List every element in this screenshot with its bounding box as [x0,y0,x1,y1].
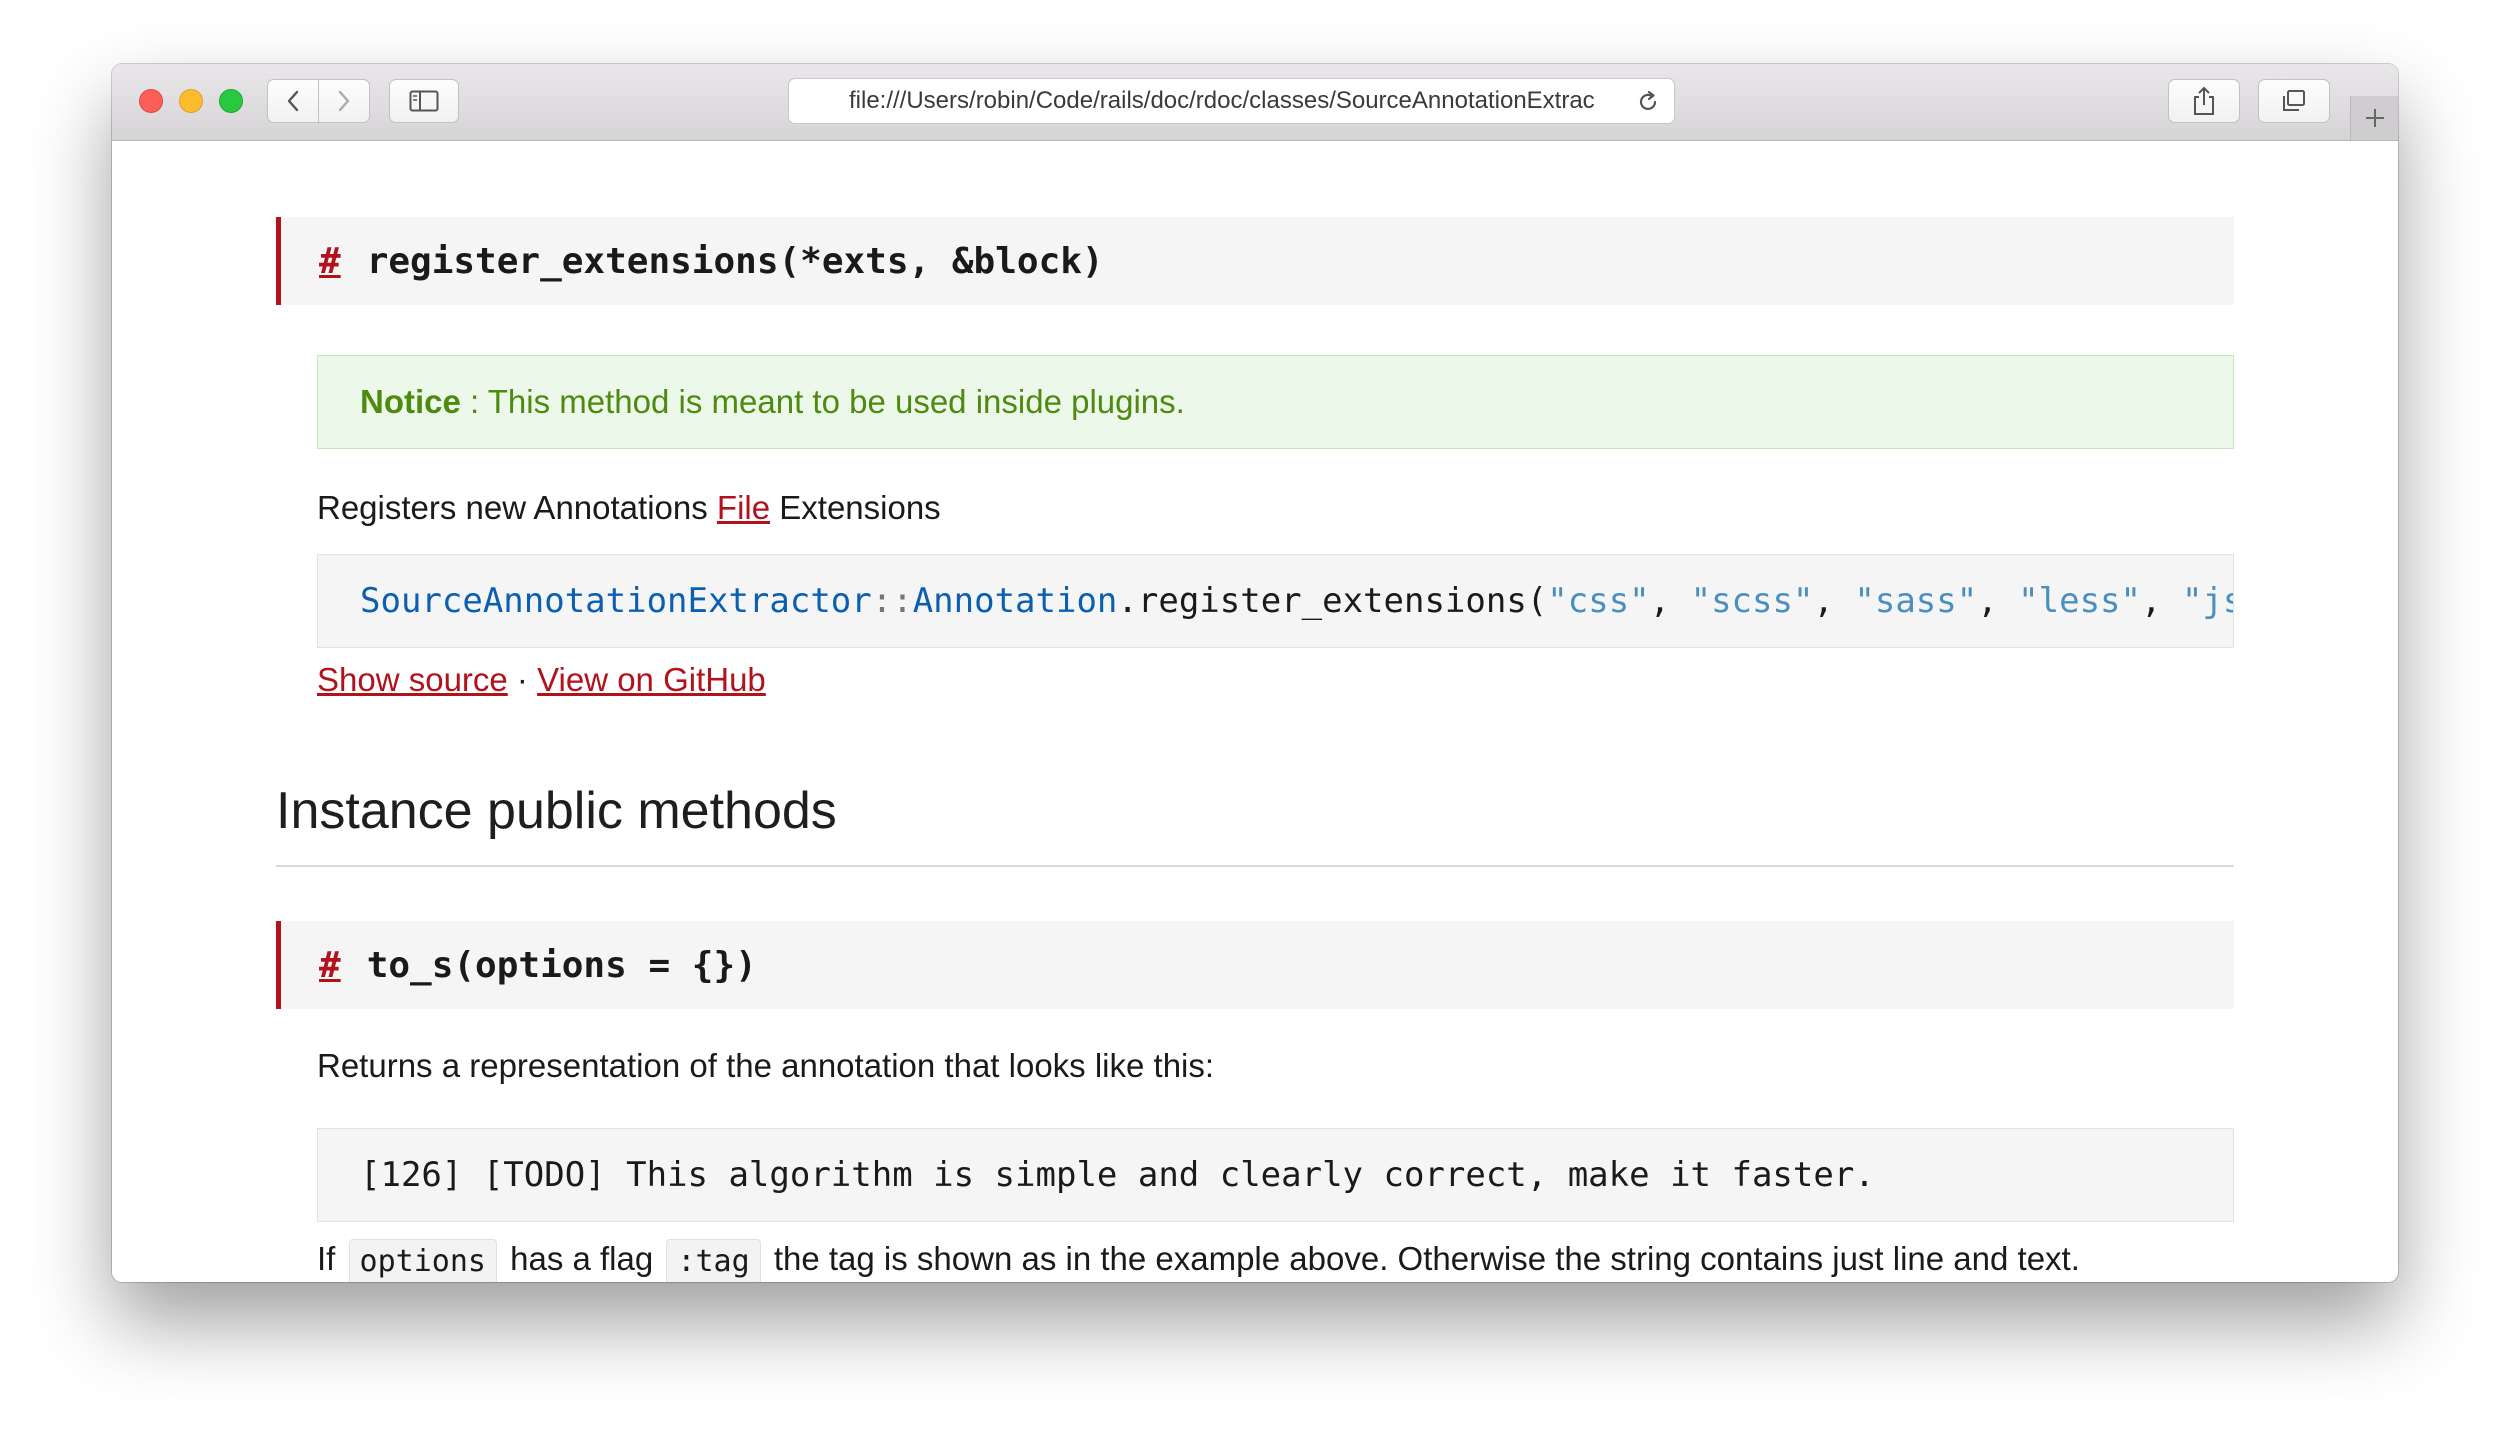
browser-toolbar: file:///Users/robin/Code/rails/doc/rdoc/… [112,64,2398,141]
forward-button[interactable] [318,79,370,123]
code-string: "css" [1547,581,1650,621]
notes-text: If [317,1240,345,1278]
minimize-window-button[interactable] [179,89,203,113]
file-link[interactable]: File [717,489,770,526]
method-description: Returns a representation of the annotati… [317,1047,1215,1084]
section-divider [276,865,2234,867]
method-anchor-link[interactable]: # [319,945,341,986]
back-button[interactable] [267,79,319,123]
browser-window: file:///Users/robin/Code/rails/doc/rdoc/… [112,64,2398,1282]
description-text-end: Extensions [770,489,941,526]
notice-box: Notice : This method is meant to be used… [317,355,2234,449]
sidebar-toggle-button[interactable] [389,79,459,123]
new-tab-button[interactable] [2350,96,2398,140]
code-string: "js [2181,581,2233,621]
method-header-to-s: # to_s(options = {}) [276,921,2234,1009]
method-notes: If options has a flag :tag the tag is sh… [317,1239,2080,1282]
section-title: Instance public methods [276,782,837,840]
zoom-window-button[interactable] [219,89,243,113]
inline-code-options: options [348,1239,497,1282]
share-button[interactable] [2168,79,2240,123]
share-icon [2194,86,2214,115]
method-header-register-extensions: # register_extensions(*exts, &block) [276,217,2234,305]
code-string: "less" [2018,581,2141,621]
code-comma: , [1813,581,1855,621]
address-bar[interactable]: file:///Users/robin/Code/rails/doc/rdoc/… [788,78,1675,124]
code-comma: , [2140,581,2182,621]
tabs-overview-icon [2283,90,2305,111]
method-anchor-link[interactable]: # [319,241,341,282]
view-on-github-link[interactable]: View on GitHub [537,661,766,698]
show-tabs-button[interactable] [2258,79,2330,123]
reload-icon[interactable] [1636,90,1660,114]
code-comma: , [1977,581,2019,621]
code-constant: Annotation [912,581,1118,621]
inline-code-tag: :tag [666,1239,761,1282]
method-signature: to_s(options = {}) [366,944,757,986]
chevron-left-icon [287,90,299,112]
source-links: Show source · View on GitHub [317,661,766,699]
show-source-link[interactable]: Show source [317,661,508,698]
notice-label: Notice [360,383,461,420]
description-text: Registers new Annotations [317,489,717,526]
notice-text: : This method is meant to be used inside… [460,383,1185,420]
url-text[interactable]: file:///Users/robin/Code/rails/doc/rdoc/… [849,79,1619,123]
code-example-block: SourceAnnotationExtractor:: Annotation .re… [317,554,2234,648]
code-string: "sass" [1854,581,1978,621]
code-comma: , [1649,581,1691,621]
notes-text: has a flag [500,1240,663,1278]
sidebar-icon [409,90,439,112]
plus-icon [2366,109,2384,127]
method-signature: register_extensions(*exts, &block) [366,240,1104,282]
code-example-text: [126] [TODO] This algorithm is simple an… [360,1155,1875,1195]
code-string: "scss" [1690,581,1814,621]
method-description: Registers new Annotations File Extension… [317,489,941,527]
code-example-block: [126] [TODO] This algorithm is simple an… [317,1128,2234,1222]
notes-text: the tag is shown as in the example above… [764,1240,2080,1278]
link-separator: · [507,661,538,698]
code-constant: SourceAnnotationExtractor [360,581,872,621]
close-window-button[interactable] [139,89,163,113]
page-content: # register_extensions(*exts, &block) Not… [112,141,2398,1282]
code-scope-operator: :: [871,581,913,621]
chevron-right-icon [338,90,350,112]
code-method-call: .register_extensions( [1117,581,1548,621]
